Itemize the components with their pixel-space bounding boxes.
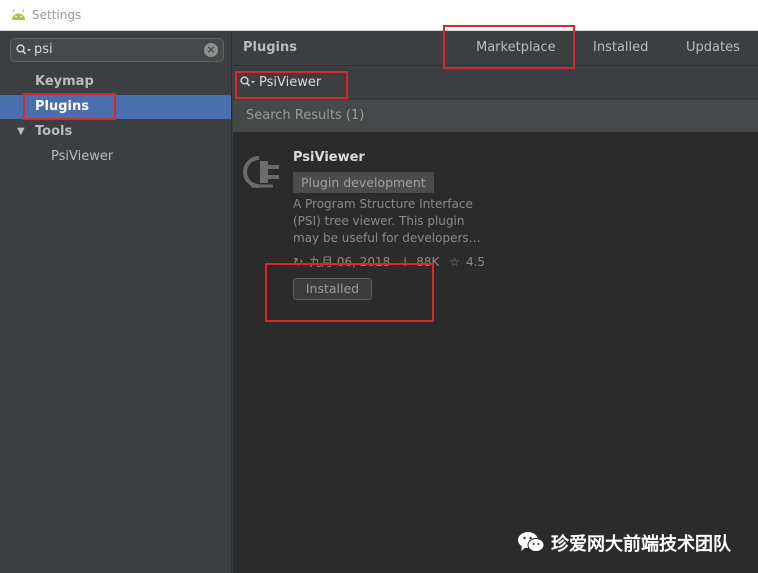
plugin-updated-date: 九月 06, 2018	[309, 255, 391, 269]
plugin-search-value: PsiViewer	[259, 75, 322, 90]
plugin-category-tag[interactable]: Plugin development	[293, 172, 434, 193]
star-icon: ☆	[449, 255, 460, 269]
plugin-rating: 4.5	[465, 255, 486, 269]
tab-updates[interactable]: Updates	[686, 40, 740, 55]
plugin-search-input[interactable]: PsiViewer	[233, 67, 758, 99]
refresh-icon: ↻	[293, 255, 304, 269]
search-icon[interactable]	[240, 76, 256, 88]
plugin-description-line: A Program Structure Interface	[293, 197, 473, 211]
plugin-list: PsiViewer Plugin development A Program S…	[233, 132, 758, 573]
plugin-downloads: 88K	[416, 255, 440, 269]
download-icon: ↓	[400, 255, 411, 269]
settings-sidebar: psi × Keymap Plugins ▼ Tools PsiViewer	[0, 31, 232, 573]
plugins-header: Plugins Marketplace Installed Updates	[233, 31, 758, 66]
sidebar-item-label: PsiViewer	[51, 149, 114, 164]
window-title: Settings	[32, 8, 82, 22]
plugins-panel: Plugins Marketplace Installed Updates Ps…	[233, 31, 758, 573]
sidebar-item-tools[interactable]: ▼ Tools	[0, 120, 231, 144]
search-results-count: Search Results (1)	[246, 108, 365, 123]
settings-search-input[interactable]: psi ×	[10, 38, 224, 62]
plugin-description: A Program Structure Interface (PSI) tree…	[293, 196, 488, 247]
sidebar-item-plugins[interactable]: Plugins	[0, 95, 231, 119]
window-titlebar: Settings	[0, 0, 758, 31]
tab-marketplace[interactable]: Marketplace	[476, 40, 556, 55]
plugin-plug-icon	[243, 156, 279, 188]
watermark-text: 珍爱网大前端技术团队	[551, 534, 731, 555]
search-icon[interactable]	[16, 44, 32, 56]
tab-installed[interactable]: Installed	[593, 40, 648, 55]
plugin-description-line: (PSI) tree viewer. This plugin	[293, 214, 465, 228]
sidebar-item-label: Keymap	[35, 74, 94, 89]
clear-search-icon[interactable]: ×	[204, 43, 218, 57]
sidebar-item-psiviewer[interactable]: PsiViewer	[0, 145, 231, 169]
sidebar-item-label: Tools	[35, 124, 73, 139]
plugin-meta: ↻ 九月 06, 2018 ↓ 88K ☆ 4.5	[293, 253, 491, 270]
settings-search-value: psi	[34, 42, 53, 57]
expand-arrow-icon[interactable]: ▼	[17, 120, 25, 144]
android-icon	[12, 9, 25, 20]
sidebar-item-keymap[interactable]: Keymap	[0, 70, 231, 94]
sidebar-item-label: Plugins	[35, 99, 89, 114]
wechat-icon	[518, 532, 545, 552]
plugin-description-line: may be useful for developers…	[293, 231, 481, 245]
search-results-header: Search Results (1)	[233, 100, 758, 132]
plugin-name[interactable]: PsiViewer	[293, 150, 365, 165]
page-title: Plugins	[243, 40, 297, 55]
installed-button[interactable]: Installed	[293, 278, 372, 300]
